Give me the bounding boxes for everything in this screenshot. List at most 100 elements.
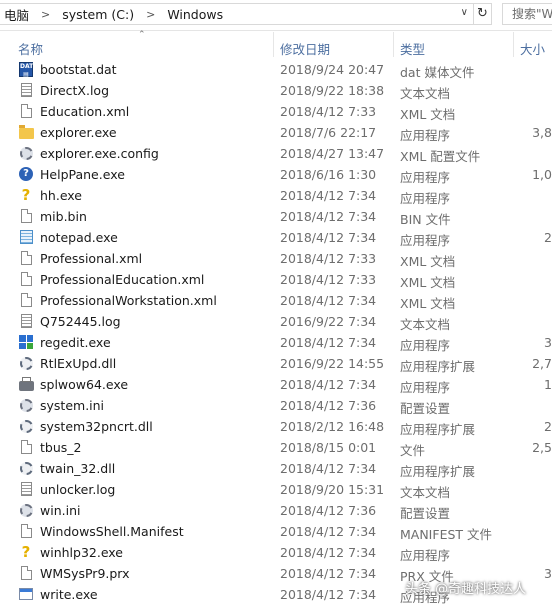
file-name[interactable]: Education.xml [40,104,129,119]
file-row[interactable]: notepad.exe 2018/4/12 7:34 应用程序 2 [0,227,552,248]
column-header-type[interactable]: 类型 [400,39,425,58]
file-name[interactable]: splwow64.exe [40,377,128,392]
file-name[interactable]: WMSysPr9.prx [40,566,130,581]
file-modified-date: 2016/9/22 7:34 [280,314,377,329]
file-row[interactable]: Professional.xml 2018/4/12 7:33 XML 文档 [0,248,552,269]
dll-gear-icon [18,460,34,476]
column-divider[interactable] [393,32,394,57]
chevron-right-icon[interactable]: > [33,8,58,21]
file-modified-date: 2018/8/15 0:01 [280,440,377,455]
file-name[interactable]: hh.exe [40,188,82,203]
file-row[interactable]: WindowsShell.Manifest 2018/4/12 7:34 MANIF… [0,521,552,542]
file-row[interactable]: twain_32.dll 2018/4/12 7:34 应用程序扩展 [0,458,552,479]
file-name[interactable]: notepad.exe [40,230,118,245]
file-type: 应用程序扩展 [400,422,476,437]
file-type: 配置设置 [400,401,451,416]
text-file-icon [18,481,34,497]
file-name[interactable]: ProfessionalWorkstation.xml [40,293,217,308]
file-row[interactable]: ProfessionalEducation.xml 2018/4/12 7:33 X… [0,269,552,290]
dat-media-icon: DAT ▤ [19,61,34,78]
file-name[interactable]: DirectX.log [40,83,109,98]
file-row[interactable]: Education.xml 2018/4/12 7:33 XML 文档 [0,101,552,122]
file-row[interactable]: DirectX.log 2018/9/22 18:38 文本文档 [0,80,552,101]
column-header-date[interactable]: 修改日期 [280,39,330,58]
file-row[interactable]: regedit.exe 2018/4/12 7:34 应用程序 3 [0,332,552,353]
file-size: 3 [544,335,552,350]
help-question-icon: ? [21,543,31,561]
file-type: XML 文档 [400,254,456,269]
file-name[interactable]: RtlExUpd.dll [40,356,116,371]
column-divider[interactable] [273,32,274,57]
file-name[interactable]: system.ini [40,398,104,413]
file-type: 应用程序 [400,380,451,395]
file-row[interactable]: splwow64.exe 2018/4/12 7:34 应用程序 1 [0,374,552,395]
file-row[interactable]: ProfessionalWorkstation.xml 2018/4/12 7:3… [0,290,552,311]
file-name[interactable]: ProfessionalEducation.xml [40,272,204,287]
file-name[interactable]: write.exe [40,587,98,602]
breadcrumb-this-pc[interactable]: 电脑 [0,5,33,24]
file-type: 配置设置 [400,506,451,521]
file-name[interactable]: win.ini [40,503,80,518]
file-name[interactable]: explorer.exe.config [40,146,159,161]
file-row[interactable]: tbus_2 2018/8/15 0:01 文件 2,5 [0,437,552,458]
file-list: DAT ▤ bootstat.dat 2018/9/24 20:47 dat 媒体文件 D… [0,59,552,605]
watermark-text: 头条 @奇趣科技达人 [405,582,527,597]
column-header-name[interactable]: 名称 [18,39,43,58]
file-row[interactable]: unlocker.log 2018/9/20 15:31 文本文档 [0,479,552,500]
file-name[interactable]: Professional.xml [40,251,142,266]
breadcrumb-windows[interactable]: Windows [163,7,227,22]
file-name[interactable]: Q752445.log [40,314,121,329]
file-row[interactable]: system32pncrt.dll 2018/2/12 16:48 应用程序扩展 2 [0,416,552,437]
file-modified-date: 2018/6/16 1:30 [280,167,377,182]
file-modified-date: 2018/4/12 7:34 [280,209,377,224]
file-name[interactable]: winhlp32.exe [40,545,123,560]
file-row[interactable]: Q752445.log 2016/9/22 7:34 文本文档 [0,311,552,332]
file-row[interactable]: ? winhlp32.exe 2018/4/12 7:34 应用程序 [0,542,552,563]
file-name[interactable]: system32pncrt.dll [40,419,153,434]
file-name[interactable]: explorer.exe [40,125,117,140]
search-input[interactable]: 搜索"Wi [502,3,552,25]
config-gear-icon [18,502,34,518]
file-size: 3 [544,566,552,581]
file-name[interactable]: unlocker.log [40,482,115,497]
chevron-right-icon[interactable]: > [138,8,163,21]
file-name[interactable]: WindowsShell.Manifest [40,524,184,539]
file-modified-date: 2018/4/12 7:34 [280,377,377,392]
file-row[interactable]: mib.bin 2018/4/12 7:34 BIN 文件 [0,206,552,227]
file-modified-date: 2018/4/12 7:34 [280,566,377,581]
file-name[interactable]: tbus_2 [40,440,81,455]
chevron-down-icon[interactable]: ∨ [461,7,468,18]
file-name[interactable]: bootstat.dat [40,62,117,77]
file-type: 应用程序 [400,191,451,206]
breadcrumb-system-c[interactable]: system (C:) [58,7,138,22]
file-row[interactable]: win.ini 2018/4/12 7:36 配置设置 [0,500,552,521]
file-modified-date: 2018/9/20 15:31 [280,482,385,497]
file-row[interactable]: explorer.exe.config 2018/4/27 13:47 XML 配置… [0,143,552,164]
file-row[interactable]: RtlExUpd.dll 2016/9/22 14:55 应用程序扩展 2,7 [0,353,552,374]
file-name[interactable]: twain_32.dll [40,461,115,476]
folder-icon [18,124,34,140]
file-modified-date: 2018/4/12 7:34 [280,335,377,350]
file-row[interactable]: DAT ▤ bootstat.dat 2018/9/24 20:47 dat 媒体文件 [0,59,552,80]
column-divider[interactable] [513,32,514,57]
column-header-size[interactable]: 大小 [520,39,545,58]
document-icon [18,292,34,308]
file-row[interactable]: ? hh.exe 2018/4/12 7:34 应用程序 [0,185,552,206]
file-type: 应用程序扩展 [400,359,476,374]
file-modified-date: 2018/4/27 13:47 [280,146,385,161]
file-row[interactable]: explorer.exe 2018/7/6 22:17 应用程序 3,8 [0,122,552,143]
file-name[interactable]: regedit.exe [40,335,111,350]
refresh-button[interactable]: ↻ [474,3,492,25]
file-name[interactable]: HelpPane.exe [40,167,125,182]
address-bar[interactable]: 电脑 > system (C:) > Windows ∨ [0,3,474,25]
file-type: 应用程序 [400,128,451,143]
file-size: 2,5 [532,440,552,455]
file-row[interactable]: system.ini 2018/4/12 7:36 配置设置 [0,395,552,416]
file-name[interactable]: mib.bin [40,209,87,224]
file-modified-date: 2018/4/12 7:34 [280,545,377,560]
file-modified-date: 2018/4/12 7:33 [280,104,377,119]
file-type: 应用程序 [400,233,451,248]
regedit-icon [18,334,34,350]
file-row[interactable]: ? HelpPane.exe 2018/6/16 1:30 应用程序 1,0 [0,164,552,185]
file-type: 文本文档 [400,485,451,500]
